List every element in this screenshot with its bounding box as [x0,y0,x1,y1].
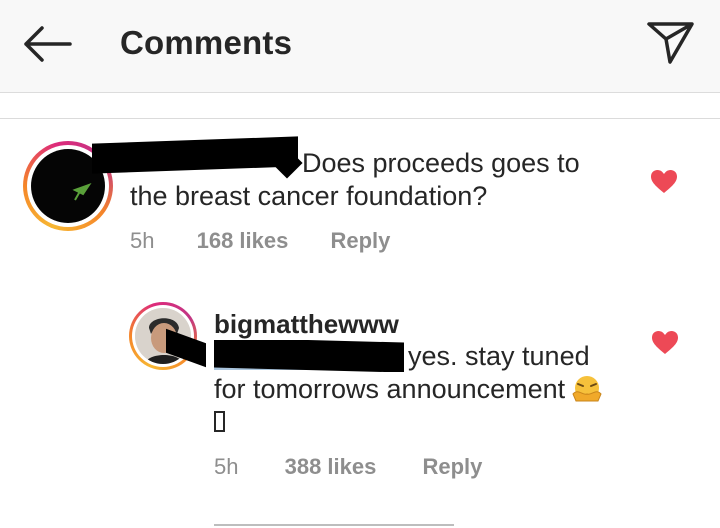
likes-count[interactable]: 168 likes [197,228,289,253]
likes-count[interactable]: 388 likes [285,454,377,479]
page-title: Comments [120,24,293,61]
comment-text-line: the breast cancer foundation? [130,181,488,211]
share-button[interactable] [646,20,696,66]
mention-link[interactable] [214,340,404,372]
redacted-mention [214,340,404,372]
timestamp: 5h [214,454,239,479]
comment-text-line: Does proceeds goes to [302,148,580,178]
arrow-left-icon [24,26,72,62]
paper-plane-icon [647,22,694,64]
view-replies-link[interactable] [214,518,454,528]
timestamp: 5h [130,228,155,253]
top-bar: Comments [0,0,720,93]
reply-button[interactable]: Reply [422,454,482,479]
reply-button[interactable]: Reply [330,228,390,253]
comment-meta: 5h 388 likes Reply [214,454,482,480]
back-button[interactable] [18,22,74,66]
heart-icon[interactable] [650,169,678,195]
divider [0,118,720,119]
missing-glyph [214,411,225,432]
comment-text-line: yes. stay tuned [408,341,590,371]
comment-text-line: for tomorrows announcement [214,374,566,404]
username[interactable]: bigmatthewww [214,309,399,340]
face-emoji-icon [572,376,602,402]
comment-meta: 5h 168 likes Reply [130,228,390,254]
redacted-username [92,136,298,174]
heart-icon[interactable] [651,330,679,356]
